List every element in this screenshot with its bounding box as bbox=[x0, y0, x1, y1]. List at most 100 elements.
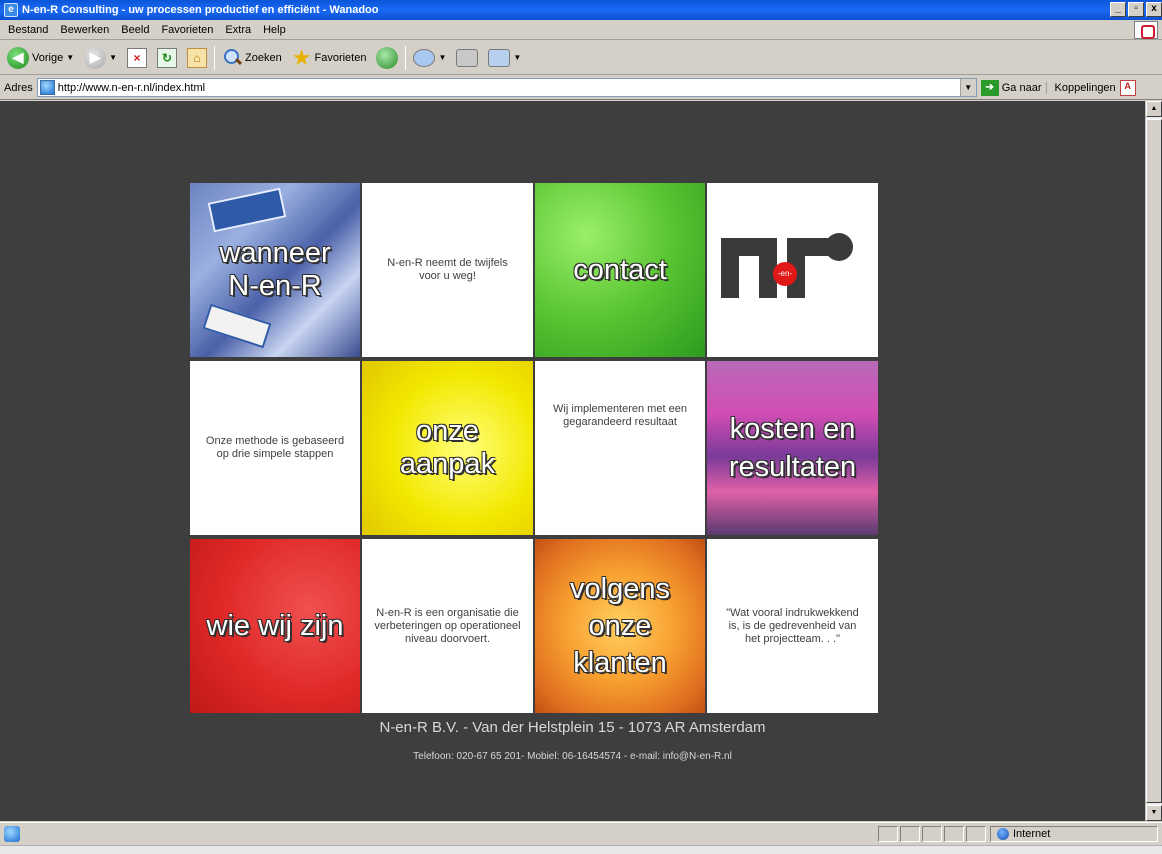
menu-favorieten[interactable]: Favorieten bbox=[155, 24, 219, 36]
nr-logo: -en- bbox=[707, 183, 878, 357]
back-arrow-icon: ◀ bbox=[7, 46, 29, 69]
tile-aanpak-label: onze aanpak bbox=[399, 415, 496, 480]
tile-wanneer-label: wanneer N-en-R bbox=[219, 237, 331, 302]
status-pane bbox=[878, 826, 898, 842]
address-url[interactable]: http://www.n-en-r.nl/index.html bbox=[58, 82, 205, 94]
history-button[interactable]: ▼ bbox=[410, 45, 449, 71]
printer-icon bbox=[456, 48, 479, 67]
stop-icon: × bbox=[127, 47, 148, 68]
menu-bewerken[interactable]: Bewerken bbox=[54, 24, 115, 36]
footer-contact: Telefoon: 020-67 65 201- Mobiel: 06-1645… bbox=[413, 751, 732, 762]
window-controls: _ ▫ x bbox=[1110, 2, 1162, 17]
tile-kosten-label: kosten en resultaten bbox=[728, 413, 857, 483]
pdf-icon[interactable]: A bbox=[1119, 79, 1136, 96]
home-button[interactable]: ⌂ bbox=[184, 45, 210, 71]
zone-label: Internet bbox=[1013, 828, 1051, 840]
address-input[interactable]: http://www.n-en-r.nl/index.html ▼ bbox=[36, 78, 977, 97]
security-zone[interactable]: Internet bbox=[990, 826, 1158, 842]
refresh-button[interactable]: ↻ bbox=[154, 45, 180, 71]
organisatie-description: N-en-R is een organisatie die verbeterin… bbox=[374, 606, 521, 645]
home-icon: ⌂ bbox=[187, 47, 208, 68]
tile-wanneer-text: N-en-R neemt de twijfels voor u weg! bbox=[362, 183, 533, 357]
tile-contact[interactable]: contact bbox=[535, 183, 705, 357]
page-status-icon bbox=[4, 825, 20, 842]
address-dropdown-icon[interactable]: ▼ bbox=[959, 79, 976, 96]
search-icon bbox=[222, 48, 242, 68]
status-pane bbox=[966, 826, 986, 842]
tile-quote-text: "Wat vooral indrukwekkend is, is de gedr… bbox=[707, 539, 878, 713]
search-button[interactable]: Zoeken bbox=[219, 45, 285, 71]
title-bar: e N-en-R Consulting - uw processen produ… bbox=[0, 0, 1162, 20]
globe-icon bbox=[997, 828, 1009, 840]
tile-organisatie-text: N-en-R is een organisatie die verbeterin… bbox=[362, 539, 533, 713]
tile-wie[interactable]: wie wij zijn bbox=[190, 539, 360, 713]
favorites-label: Favorieten bbox=[314, 51, 367, 64]
refresh-icon: ↻ bbox=[157, 47, 178, 68]
close-button[interactable]: x bbox=[1146, 2, 1162, 17]
menu-help[interactable]: Help bbox=[257, 24, 292, 36]
status-pane bbox=[944, 826, 964, 842]
status-panes bbox=[878, 826, 986, 842]
tile-volgens-label: volgens onze klanten bbox=[570, 572, 670, 679]
wanneer-description: N-en-R neemt de twijfels voor u weg! bbox=[387, 257, 508, 282]
scroll-thumb[interactable] bbox=[1146, 119, 1162, 803]
status-pane bbox=[922, 826, 942, 842]
toolbar: ◀ Vorige ▼ ▶ ▼ × ↻ ⌂ Zoeken ★ Favorieten… bbox=[0, 41, 1162, 75]
logo-dot bbox=[825, 233, 853, 261]
minimize-button[interactable]: _ bbox=[1110, 2, 1126, 17]
back-dropdown-icon[interactable]: ▼ bbox=[66, 53, 74, 62]
tile-grid: wanneer N-en-R N-en-R neemt de twijfels … bbox=[190, 183, 880, 713]
tile-kosten[interactable]: kosten en resultaten bbox=[707, 361, 878, 535]
history-icon bbox=[413, 48, 436, 67]
star-icon: ★ bbox=[291, 44, 312, 70]
search-label: Zoeken bbox=[245, 51, 282, 64]
toolbar-separator bbox=[214, 45, 216, 70]
media-icon bbox=[376, 46, 399, 69]
tile-volgens[interactable]: volgens onze klanten bbox=[535, 539, 705, 713]
page-viewport: wanneer N-en-R N-en-R neemt de twijfels … bbox=[0, 101, 1162, 821]
scroll-up-icon[interactable]: ▲ bbox=[1146, 101, 1162, 117]
logo-en-badge: -en- bbox=[773, 262, 797, 286]
edit-icon bbox=[488, 48, 511, 67]
taskbar-strip bbox=[0, 845, 1162, 854]
edit-button[interactable]: ▼ bbox=[485, 45, 524, 71]
address-bar: Adres http://www.n-en-r.nl/index.html ▼ … bbox=[0, 76, 1162, 100]
vertical-scrollbar[interactable]: ▲ ▼ bbox=[1145, 101, 1162, 821]
stop-button[interactable]: × bbox=[124, 45, 150, 71]
page-icon bbox=[39, 80, 55, 95]
scroll-down-icon[interactable]: ▼ bbox=[1146, 805, 1162, 821]
status-bar: Internet bbox=[0, 822, 1162, 844]
forward-button[interactable]: ▶ ▼ bbox=[81, 45, 120, 71]
toolbar-separator bbox=[405, 45, 407, 70]
menu-extra[interactable]: Extra bbox=[219, 24, 257, 36]
ie-app-icon[interactable]: e bbox=[4, 3, 18, 17]
links-button[interactable]: Koppelingen bbox=[1045, 81, 1116, 94]
quote-description: "Wat vooral indrukwekkend is, is de gedr… bbox=[726, 606, 859, 645]
history-dropdown-icon[interactable]: ▼ bbox=[438, 53, 446, 62]
address-label: Adres bbox=[4, 81, 33, 94]
media-button[interactable] bbox=[373, 45, 401, 71]
tile-aanpak[interactable]: onze aanpak bbox=[362, 361, 533, 535]
back-button[interactable]: ◀ Vorige ▼ bbox=[4, 45, 77, 71]
favorites-button[interactable]: ★ Favorieten bbox=[289, 45, 370, 71]
tile-wanneer[interactable]: wanneer N-en-R bbox=[190, 183, 360, 357]
back-label: Vorige bbox=[32, 51, 64, 64]
forward-arrow-icon: ▶ bbox=[84, 46, 107, 69]
menu-bestand[interactable]: Bestand bbox=[2, 24, 54, 36]
implementeren-description: Wij implementeren met een gegarandeerd r… bbox=[553, 403, 687, 428]
menu-beeld[interactable]: Beeld bbox=[115, 24, 155, 36]
menu-bar: Bestand Bewerken Beeld Favorieten Extra … bbox=[0, 20, 1162, 40]
print-button[interactable] bbox=[453, 45, 481, 71]
tile-wie-label: wie wij zijn bbox=[206, 609, 344, 642]
go-label: Ga naar bbox=[1001, 81, 1042, 94]
go-button[interactable]: ➔ Ga naar bbox=[980, 79, 1042, 96]
window-title: N-en-R Consulting - uw processen product… bbox=[22, 4, 379, 16]
tile-contact-label: contact bbox=[573, 253, 667, 286]
footer-address: N-en-R B.V. - Van der Helstplein 15 - 10… bbox=[379, 719, 766, 736]
tile-implementeren-text: Wij implementeren met een gegarandeerd r… bbox=[535, 361, 705, 535]
forward-dropdown-icon[interactable]: ▼ bbox=[109, 53, 117, 62]
maximize-button[interactable]: ▫ bbox=[1128, 2, 1144, 17]
methode-description: Onze methode is gebaseerd op drie simpel… bbox=[205, 435, 345, 460]
tile-methode-text: Onze methode is gebaseerd op drie simpel… bbox=[190, 361, 360, 535]
edit-dropdown-icon[interactable]: ▼ bbox=[513, 53, 521, 62]
